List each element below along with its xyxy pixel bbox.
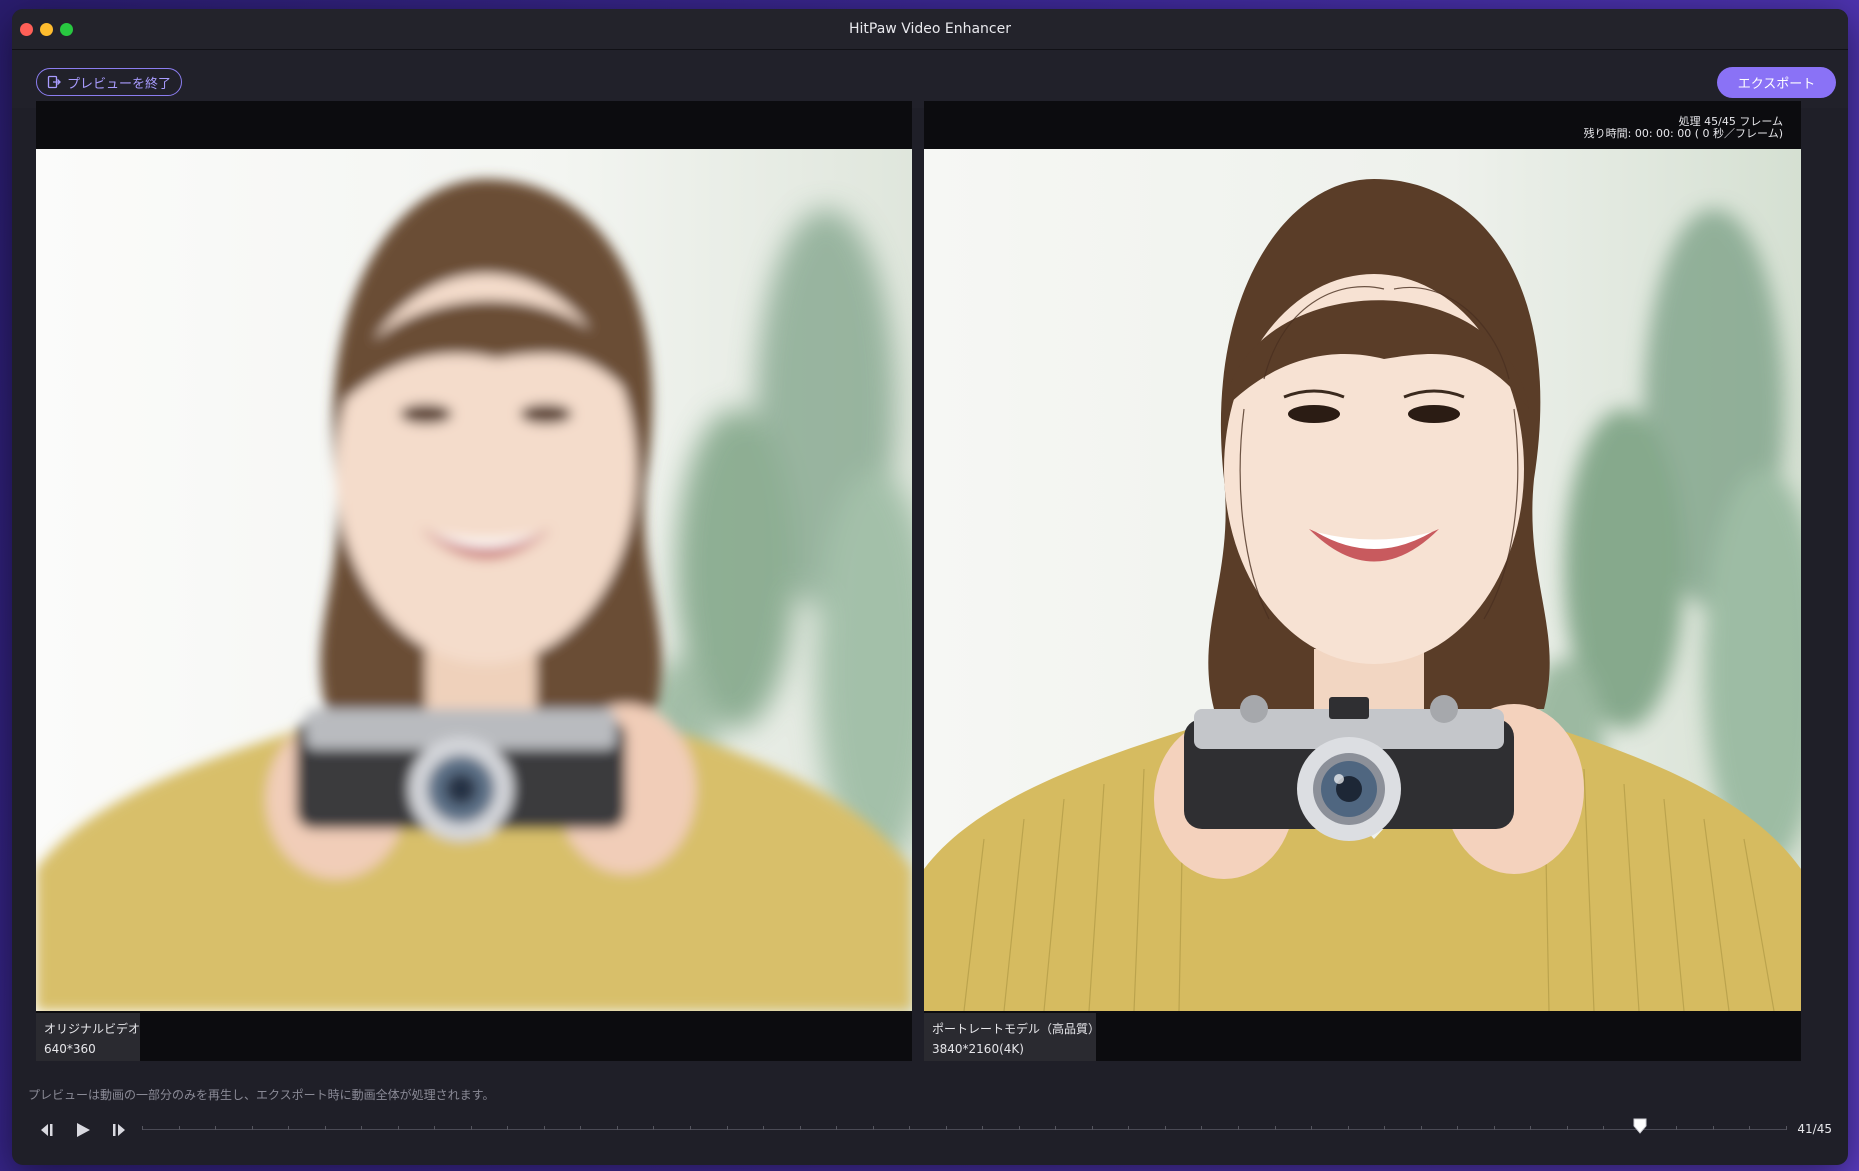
timeline-tick [434,1126,436,1130]
enhanced-video-caption: ポートレートモデル（高品質） 3840*2160(4K) [924,1013,1101,1061]
timeline-tick [1274,1126,1276,1130]
timeline-tick [1603,1126,1605,1130]
timeline-tick [1712,1126,1714,1130]
export-button[interactable]: エクスポート [1717,67,1836,98]
timeline-tick [1238,1126,1239,1130]
timeline-tick [142,1126,143,1130]
timeline-tick [763,1126,765,1130]
enhanced-video-panel: 処理 45/45 フレーム 残り時間: 00: 00: 00 ( 0 秒／フレー… [924,101,1801,1061]
timeline-tick [690,1126,691,1130]
timeline-tick [251,1126,253,1130]
timeline-tick [1128,1126,1130,1130]
exit-icon [47,75,61,89]
timeline-tick [324,1126,326,1130]
timeline-tick [543,1126,545,1130]
preview-notice: プレビューは動画の一部分のみを再生し、エクスポート時に動画全体が処理されます。 [28,1088,495,1102]
timeline-tick [836,1126,838,1130]
timeline-tick [1164,1126,1166,1130]
timeline-tick [982,1126,984,1130]
frame-counter: 41/45 [1797,1122,1832,1136]
timeline-tick [361,1126,363,1130]
timeline-slider[interactable] [142,1118,1787,1134]
toolbar: プレビューを終了 エクスポート [12,50,1848,108]
timeline-tick [1457,1126,1459,1130]
title-bar: HitPaw Video Enhancer [12,9,1848,50]
timeline-tick [1311,1126,1313,1130]
timeline-tick [945,1126,947,1130]
timeline-ticks [142,1126,1787,1132]
timeline-tick [580,1126,582,1130]
playback-controls: 41/45 [28,1109,1832,1153]
exit-preview-button[interactable]: プレビューを終了 [36,68,183,96]
timeline-tick [397,1126,399,1130]
timeline-tick [1091,1126,1093,1130]
enhanced-video-frame [924,149,1801,1011]
playhead-handle[interactable] [1633,1118,1647,1134]
timeline-tick [1384,1126,1386,1130]
previous-frame-button[interactable] [38,1119,60,1141]
next-frame-button[interactable] [106,1119,128,1141]
timeline-tick [799,1126,801,1130]
processing-status: 処理 45/45 フレーム 残り時間: 00: 00: 00 ( 0 秒／フレー… [1584,116,1783,140]
timeline-tick [178,1126,180,1130]
app-window: HitPaw Video Enhancer プレビューを終了 エクスポート オリ… [12,9,1848,1165]
timeline-tick [653,1126,655,1130]
timeline-tick [1201,1126,1203,1130]
timeline-tick [726,1126,728,1130]
timeline-tick [616,1126,618,1130]
remaining-time: 残り時間: 00: 00: 00 ( 0 秒／フレーム) [1583,127,1783,140]
timeline-tick [288,1126,290,1130]
play-icon [77,1123,90,1137]
step-forward-icon [113,1124,125,1136]
timeline-tick [909,1126,911,1130]
original-video-panel: オリジナルビデオ 640*360 [36,101,912,1061]
window-title: HitPaw Video Enhancer [849,21,1011,37]
exit-preview-label: プレビューを終了 [67,76,172,92]
original-video-caption: オリジナルビデオ 640*360 [36,1013,140,1061]
original-video-frame [36,149,912,1011]
timeline-tick [1420,1126,1422,1130]
timeline-tick [872,1126,874,1130]
timeline-tick [1566,1126,1568,1130]
original-video-name: オリジナルビデオ [44,1022,141,1036]
timeline-tick [215,1126,217,1130]
timeline-tick [470,1126,472,1130]
timeline-tick [1493,1126,1495,1130]
timeline-tick [1676,1126,1678,1130]
enhanced-model-name: ポートレートモデル（高品質） [932,1022,1101,1036]
step-back-icon [41,1124,53,1136]
timeline-tick [1530,1126,1532,1130]
timeline-tick [1347,1126,1349,1130]
timeline-tick [1786,1126,1787,1130]
timeline-tick [507,1126,509,1130]
play-button[interactable] [72,1119,94,1141]
original-video-resolution: 640*360 [44,1042,96,1056]
timeline-tick [1018,1126,1020,1130]
timeline-tick [1749,1126,1751,1130]
timeline-tick [1055,1126,1057,1130]
enhanced-video-resolution: 3840*2160(4K) [932,1042,1024,1056]
